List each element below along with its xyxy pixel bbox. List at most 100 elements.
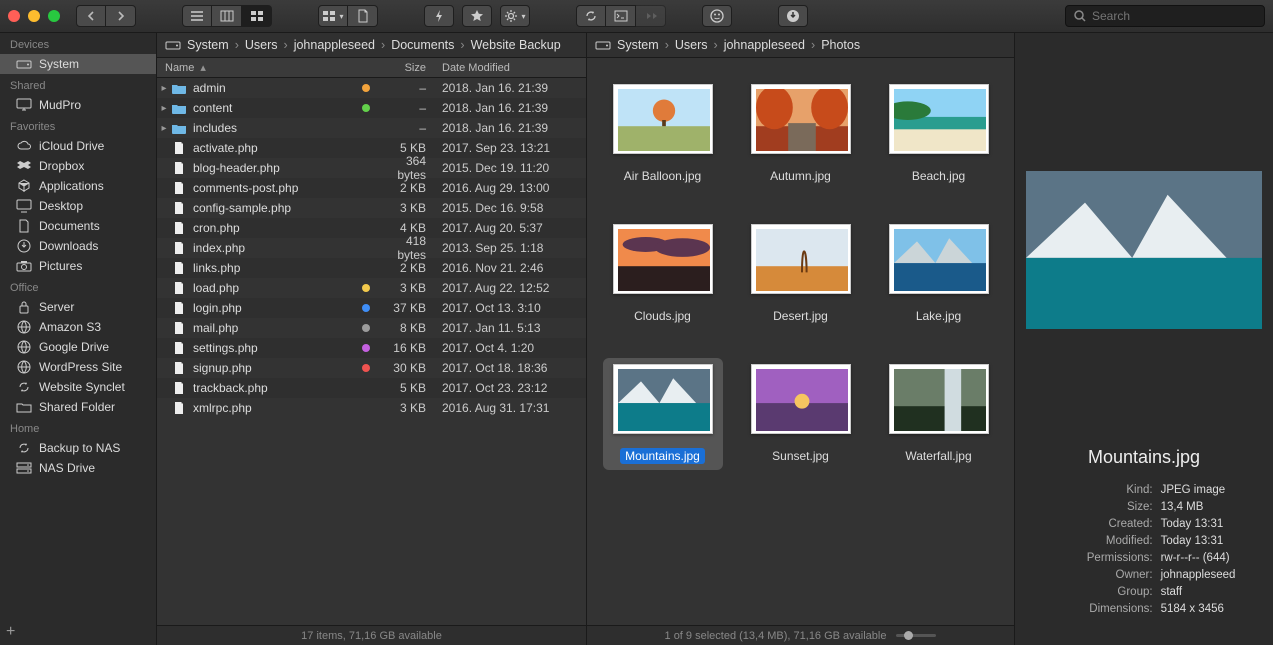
- sidebar-section-header: Devices: [0, 33, 156, 54]
- sidebar-item-dropbox[interactable]: Dropbox: [0, 156, 156, 176]
- breadcrumb-item[interactable]: Users: [675, 38, 708, 52]
- batch-button[interactable]: [636, 5, 666, 27]
- add-location-button[interactable]: +: [6, 623, 15, 641]
- file-row[interactable]: mail.php8 KB2017. Jan 11. 5:13: [157, 318, 586, 338]
- nas-icon: [16, 461, 32, 475]
- meta-key: Size:: [1053, 499, 1153, 516]
- thumbnail-item[interactable]: Beach.jpg: [879, 78, 999, 190]
- meta-key: Modified:: [1053, 533, 1153, 550]
- sidebar-item-label: Dropbox: [39, 159, 84, 173]
- list-breadcrumb[interactable]: System›Users›johnappleseed›Documents›Web…: [157, 33, 586, 58]
- file-row[interactable]: ▸content–2018. Jan 16. 21:39: [157, 98, 586, 118]
- settings-button[interactable]: ▾: [500, 5, 530, 27]
- thumbnail-item[interactable]: Waterfall.jpg: [879, 358, 999, 470]
- sidebar-item-applications[interactable]: Applications: [0, 176, 156, 196]
- camera-icon: [16, 259, 32, 273]
- download-button[interactable]: [778, 5, 808, 27]
- view-list-button[interactable]: [182, 5, 212, 27]
- sidebar-item-desktop[interactable]: Desktop: [0, 196, 156, 216]
- back-button[interactable]: [76, 5, 106, 27]
- file-size: 3 KB: [374, 201, 436, 215]
- file-row[interactable]: settings.php16 KB2017. Oct 4. 1:20: [157, 338, 586, 358]
- breadcrumb-item[interactable]: Users: [245, 38, 278, 52]
- breadcrumb-item[interactable]: System: [187, 38, 229, 52]
- file-row[interactable]: login.php37 KB2017. Oct 13. 3:10: [157, 298, 586, 318]
- close-window-button[interactable]: [8, 10, 20, 22]
- sidebar-item-backup-to-nas[interactable]: Backup to NAS: [0, 438, 156, 458]
- sidebar-item-google-drive[interactable]: Google Drive: [0, 337, 156, 357]
- sidebar-item-label: System: [39, 57, 79, 71]
- favorite-button[interactable]: [462, 5, 492, 27]
- quick-action-button[interactable]: [424, 5, 454, 27]
- disclosure-triangle-icon[interactable]: ▸: [157, 83, 171, 94]
- file-row[interactable]: cron.php4 KB2017. Aug 20. 5:37: [157, 218, 586, 238]
- file-row[interactable]: ▸admin–2018. Jan 16. 21:39: [157, 78, 586, 98]
- emoji-button[interactable]: [702, 5, 732, 27]
- forward-button[interactable]: [106, 5, 136, 27]
- view-mode-buttons: [182, 5, 272, 27]
- file-row[interactable]: links.php2 KB2016. Nov 21. 2:46: [157, 258, 586, 278]
- search-field[interactable]: [1065, 5, 1265, 27]
- preview-pane: Mountains.jpg Kind:JPEG imageSize:13,4 M…: [1015, 33, 1273, 645]
- file-row[interactable]: blog-header.php364 bytes2015. Dec 19. 11…: [157, 158, 586, 178]
- minimize-window-button[interactable]: [28, 10, 40, 22]
- breadcrumb-item[interactable]: johnappleseed: [294, 38, 375, 52]
- file-row[interactable]: load.php3 KB2017. Aug 22. 12:52: [157, 278, 586, 298]
- grid-breadcrumb[interactable]: System›Users›johnappleseed›Photos: [587, 33, 1014, 58]
- col-date[interactable]: Date Modified: [436, 62, 586, 74]
- thumbnail-item[interactable]: Clouds.jpg: [603, 218, 723, 330]
- thumbnail-item[interactable]: Autumn.jpg: [741, 78, 861, 190]
- sidebar-item-label: Desktop: [39, 199, 83, 213]
- terminal-button[interactable]: [606, 5, 636, 27]
- file-row[interactable]: index.php418 bytes2013. Sep 25. 1:18: [157, 238, 586, 258]
- col-name[interactable]: Name: [165, 62, 194, 74]
- sidebar-item-downloads[interactable]: Downloads: [0, 236, 156, 256]
- view-columns-button[interactable]: [212, 5, 242, 27]
- thumbnail-item[interactable]: Mountains.jpg: [603, 358, 723, 470]
- sidebar-item-nas-drive[interactable]: NAS Drive: [0, 458, 156, 478]
- thumbnail-item[interactable]: Lake.jpg: [879, 218, 999, 330]
- file-row[interactable]: trackback.php5 KB2017. Oct 23. 23:12: [157, 378, 586, 398]
- new-file-button[interactable]: [348, 5, 378, 27]
- file-row[interactable]: comments-post.php2 KB2016. Aug 29. 13:00: [157, 178, 586, 198]
- column-headers[interactable]: Name▴ Size Date Modified: [157, 58, 586, 78]
- breadcrumb-item[interactable]: Documents: [391, 38, 454, 52]
- search-input[interactable]: [1092, 9, 1256, 23]
- file-row[interactable]: xmlrpc.php3 KB2016. Aug 31. 17:31: [157, 398, 586, 418]
- file-row[interactable]: ▸includes–2018. Jan 16. 21:39: [157, 118, 586, 138]
- breadcrumb-item[interactable]: johnappleseed: [724, 38, 805, 52]
- sidebar-item-system[interactable]: System: [0, 54, 156, 74]
- file-row[interactable]: config-sample.php3 KB2015. Dec 16. 9:58: [157, 198, 586, 218]
- sidebar-item-amazon-s3[interactable]: Amazon S3: [0, 317, 156, 337]
- disclosure-triangle-icon[interactable]: ▸: [157, 123, 171, 134]
- breadcrumb-item[interactable]: System: [617, 38, 659, 52]
- sidebar-item-shared-folder[interactable]: Shared Folder: [0, 397, 156, 417]
- breadcrumb-separator: ›: [235, 38, 239, 52]
- col-size[interactable]: Size: [358, 62, 436, 74]
- file-row[interactable]: signup.php30 KB2017. Oct 18. 18:36: [157, 358, 586, 378]
- thumbnail-item[interactable]: Desert.jpg: [741, 218, 861, 330]
- file-row[interactable]: activate.php5 KB2017. Sep 23. 13:21: [157, 138, 586, 158]
- breadcrumb-item[interactable]: Photos: [821, 38, 860, 52]
- sidebar-item-wordpress-site[interactable]: WordPress Site: [0, 357, 156, 377]
- sidebar-item-documents[interactable]: Documents: [0, 216, 156, 236]
- sidebar-item-label: Backup to NAS: [39, 441, 120, 455]
- sidebar-item-icloud-drive[interactable]: iCloud Drive: [0, 136, 156, 156]
- thumbnail-frame: [613, 224, 713, 294]
- file-date: 2017. Oct 4. 1:20: [436, 341, 586, 355]
- arrange-button[interactable]: ▾: [318, 5, 348, 27]
- sync-button[interactable]: [576, 5, 606, 27]
- sidebar-item-pictures[interactable]: Pictures: [0, 256, 156, 276]
- thumbnail-item[interactable]: Sunset.jpg: [741, 358, 861, 470]
- thumbnail-size-slider[interactable]: [896, 634, 936, 637]
- sidebar-item-website-synclet[interactable]: Website Synclet: [0, 377, 156, 397]
- thumbnail-item[interactable]: Air Balloon.jpg: [603, 78, 723, 190]
- file-date: 2018. Jan 16. 21:39: [436, 101, 586, 115]
- zoom-window-button[interactable]: [48, 10, 60, 22]
- view-icons-button[interactable]: [242, 5, 272, 27]
- disclosure-triangle-icon[interactable]: ▸: [157, 103, 171, 114]
- file-date: 2017. Aug 22. 12:52: [436, 281, 586, 295]
- breadcrumb-item[interactable]: Website Backup: [471, 38, 561, 52]
- sidebar-item-mudpro[interactable]: MudPro: [0, 95, 156, 115]
- sidebar-item-server[interactable]: Server: [0, 297, 156, 317]
